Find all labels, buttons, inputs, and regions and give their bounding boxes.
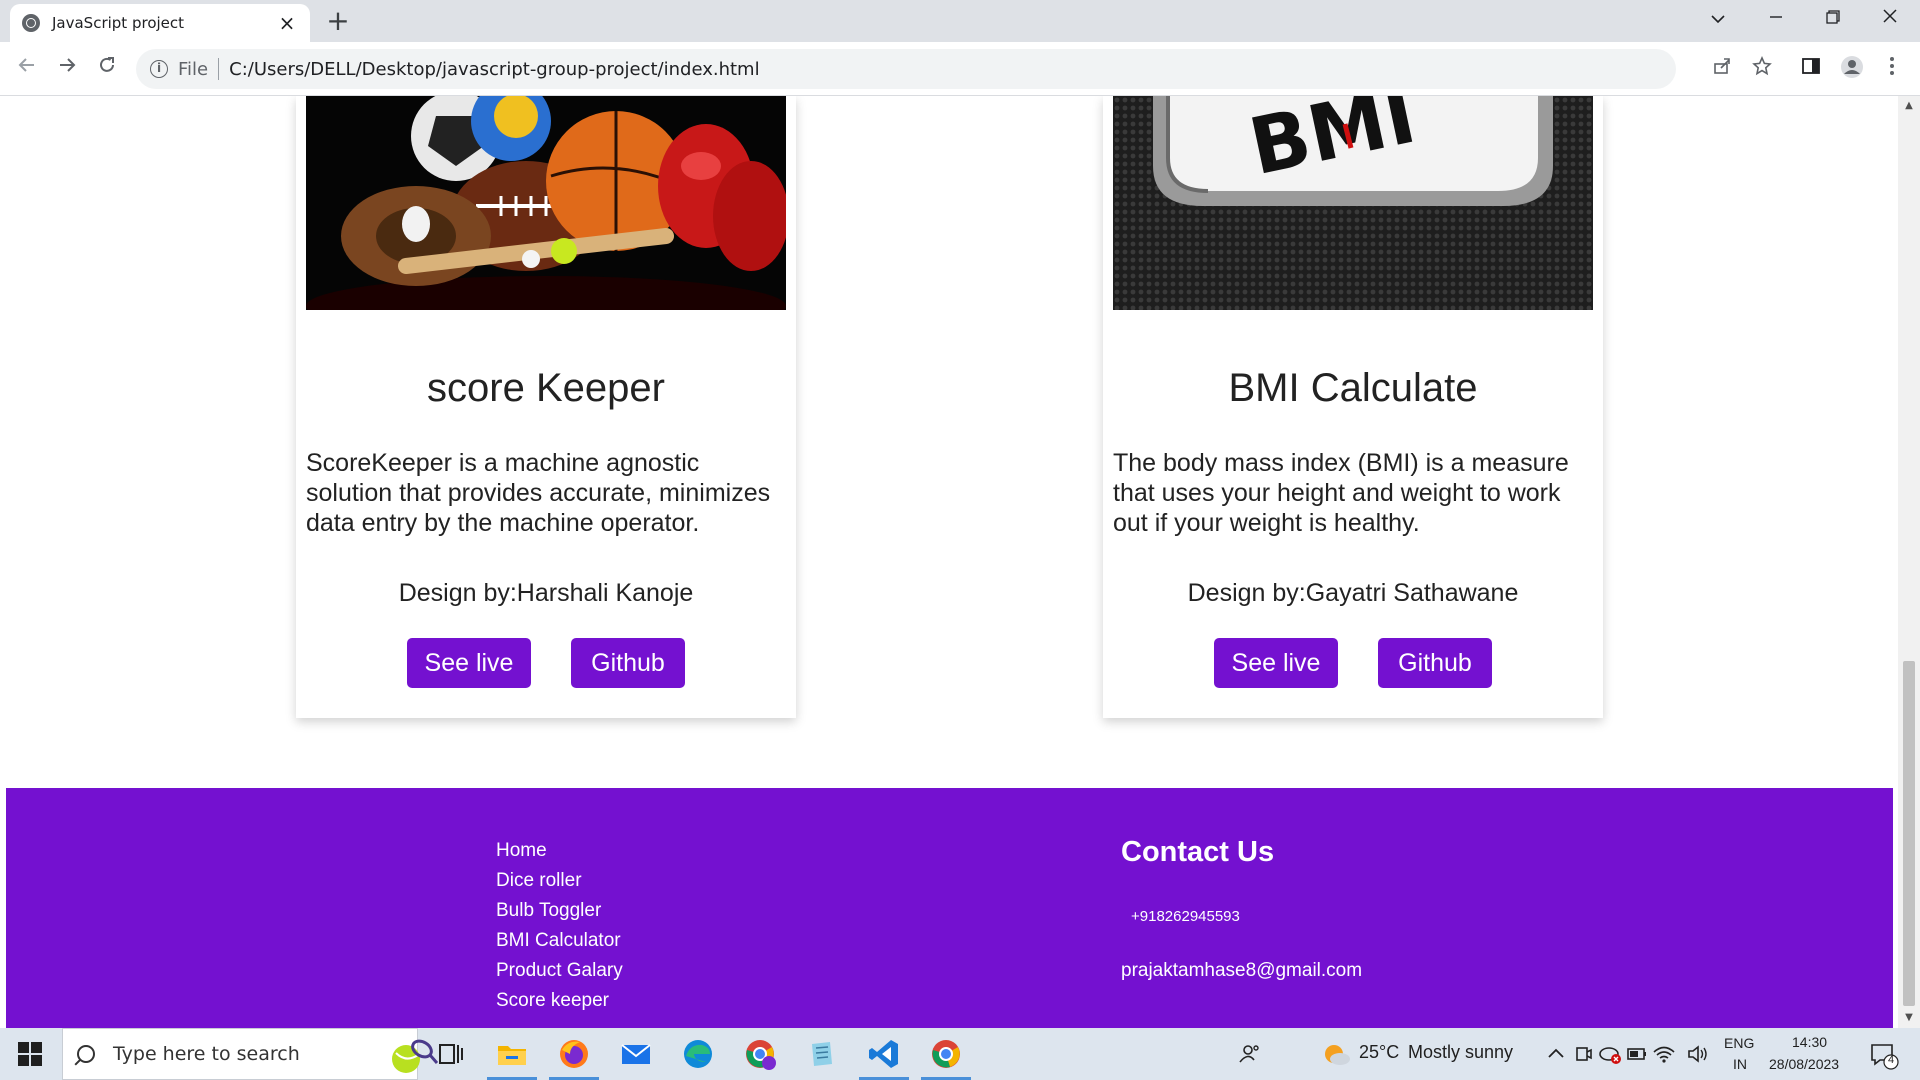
footer-link-dice-roller[interactable]: Dice roller: [496, 866, 623, 896]
close-tab-icon[interactable]: ×: [276, 13, 298, 33]
url-scheme: File: [178, 58, 209, 80]
language-code[interactable]: ENG: [1724, 1035, 1754, 1051]
project-card-bmi-calculate: BMI BMI Calculate The body mass index (B…: [1103, 96, 1603, 718]
globe-icon: [22, 14, 40, 32]
site-footer: Home Dice roller Bulb Toggler BMI Calcul…: [6, 788, 1893, 1028]
new-tab-button[interactable]: +: [322, 6, 354, 38]
browser-toolbar: i File C:/Users/DELL/Desktop/javascript-…: [0, 42, 1920, 96]
address-bar[interactable]: i File C:/Users/DELL/Desktop/javascript-…: [136, 49, 1676, 89]
footer-nav: Home Dice roller Bulb Toggler BMI Calcul…: [496, 836, 623, 1016]
bookmark-star-icon[interactable]: [1748, 55, 1776, 83]
notepad-icon[interactable]: [804, 1036, 840, 1072]
browser-tab-strip: JavaScript project × +: [0, 0, 1920, 42]
footer-link-product-galary[interactable]: Product Galary: [496, 956, 623, 986]
chrome-profile-icon[interactable]: [742, 1036, 778, 1072]
scroll-up-icon[interactable]: ▲: [1898, 98, 1920, 114]
windows-taskbar: Type here to search 25°C Mostly sunny EN…: [0, 1028, 1920, 1080]
browser-tab[interactable]: JavaScript project ×: [10, 4, 310, 42]
footer-link-home[interactable]: Home: [496, 836, 623, 866]
url-separator: [218, 58, 220, 80]
edge-icon[interactable]: [680, 1036, 716, 1072]
tennis-racket-icon: [392, 1039, 438, 1073]
forward-icon[interactable]: [50, 52, 84, 86]
weather-temperature[interactable]: 25°C: [1359, 1042, 1399, 1063]
weather-description[interactable]: Mostly sunny: [1408, 1042, 1513, 1063]
page-scrollbar[interactable]: ▲ ▼: [1898, 96, 1920, 1028]
volume-icon[interactable]: [1680, 1036, 1716, 1072]
contact-phone: +918262945593: [1131, 908, 1240, 925]
taskbar-search[interactable]: Type here to search: [62, 1028, 438, 1080]
profile-avatar-icon[interactable]: [1838, 55, 1866, 83]
url-text[interactable]: C:/Users/DELL/Desktop/javascript-group-p…: [229, 59, 759, 80]
firefox-icon[interactable]: [556, 1036, 592, 1072]
card-description: ScoreKeeper is a machine agnostic soluti…: [306, 449, 771, 537]
task-view-icon[interactable]: [432, 1036, 468, 1072]
chrome-icon[interactable]: [928, 1036, 964, 1072]
clock-date[interactable]: 28/08/2023: [1769, 1056, 1839, 1072]
menu-kebab-icon[interactable]: [1878, 55, 1906, 83]
contact-heading: Contact Us: [1121, 836, 1275, 868]
wifi-icon[interactable]: [1646, 1036, 1682, 1072]
back-icon[interactable]: [10, 52, 44, 86]
card-description: The body mass index (BMI) is a measure t…: [1113, 449, 1569, 537]
windows-start-icon[interactable]: [18, 1042, 42, 1066]
site-info-icon[interactable]: i: [150, 60, 168, 78]
scroll-down-icon[interactable]: ▼: [1898, 1010, 1920, 1026]
language-region[interactable]: IN: [1733, 1056, 1747, 1072]
notification-count: 4: [1888, 1054, 1895, 1066]
clock-time[interactable]: 14:30: [1792, 1034, 1827, 1050]
card-title: BMI Calculate: [1228, 366, 1478, 410]
footer-link-bulb-toggler[interactable]: Bulb Toggler: [496, 896, 623, 926]
page-viewport: score Keeper ScoreKeeper is a machine ag…: [0, 96, 1898, 1028]
contact-email[interactable]: prajaktamhase8@gmail.com: [1121, 960, 1362, 982]
tab-title: JavaScript project: [52, 14, 185, 32]
footer-link-bmi-calculator[interactable]: BMI Calculator: [496, 926, 623, 956]
card-designer: Design by:Harshali Kanoje: [398, 579, 694, 607]
minimize-icon[interactable]: [1748, 0, 1804, 38]
github-button[interactable]: Github: [1378, 638, 1492, 688]
mail-icon[interactable]: [618, 1036, 654, 1072]
search-icon: [77, 1045, 95, 1063]
card-title: score Keeper: [427, 366, 665, 410]
weather-sun-icon[interactable]: [1318, 1036, 1354, 1072]
search-placeholder: Type here to search: [113, 1043, 300, 1065]
card-designer: Design by:Gayatri Sathawane: [1187, 579, 1519, 607]
scrollbar-thumb[interactable]: [1903, 661, 1915, 1006]
bmi-scale-image: BMI: [1113, 96, 1593, 310]
close-window-icon[interactable]: [1862, 0, 1918, 38]
share-icon[interactable]: [1708, 55, 1736, 83]
file-explorer-icon[interactable]: [494, 1036, 530, 1072]
restore-icon[interactable]: [1805, 0, 1861, 38]
github-button[interactable]: Github: [571, 638, 685, 688]
footer-link-score-keeper[interactable]: Score keeper: [496, 986, 623, 1016]
side-panel-icon[interactable]: [1797, 55, 1825, 83]
see-live-button[interactable]: See live: [1214, 638, 1338, 688]
vscode-icon[interactable]: [866, 1036, 902, 1072]
see-live-button[interactable]: See live: [407, 638, 531, 688]
reload-icon[interactable]: [90, 52, 124, 86]
people-icon[interactable]: [1232, 1036, 1268, 1072]
tab-search-icon[interactable]: [1690, 0, 1746, 38]
project-card-score-keeper: score Keeper ScoreKeeper is a machine ag…: [296, 96, 796, 718]
notification-center-icon[interactable]: 4: [1864, 1036, 1900, 1072]
sports-equipment-image: [306, 96, 786, 310]
